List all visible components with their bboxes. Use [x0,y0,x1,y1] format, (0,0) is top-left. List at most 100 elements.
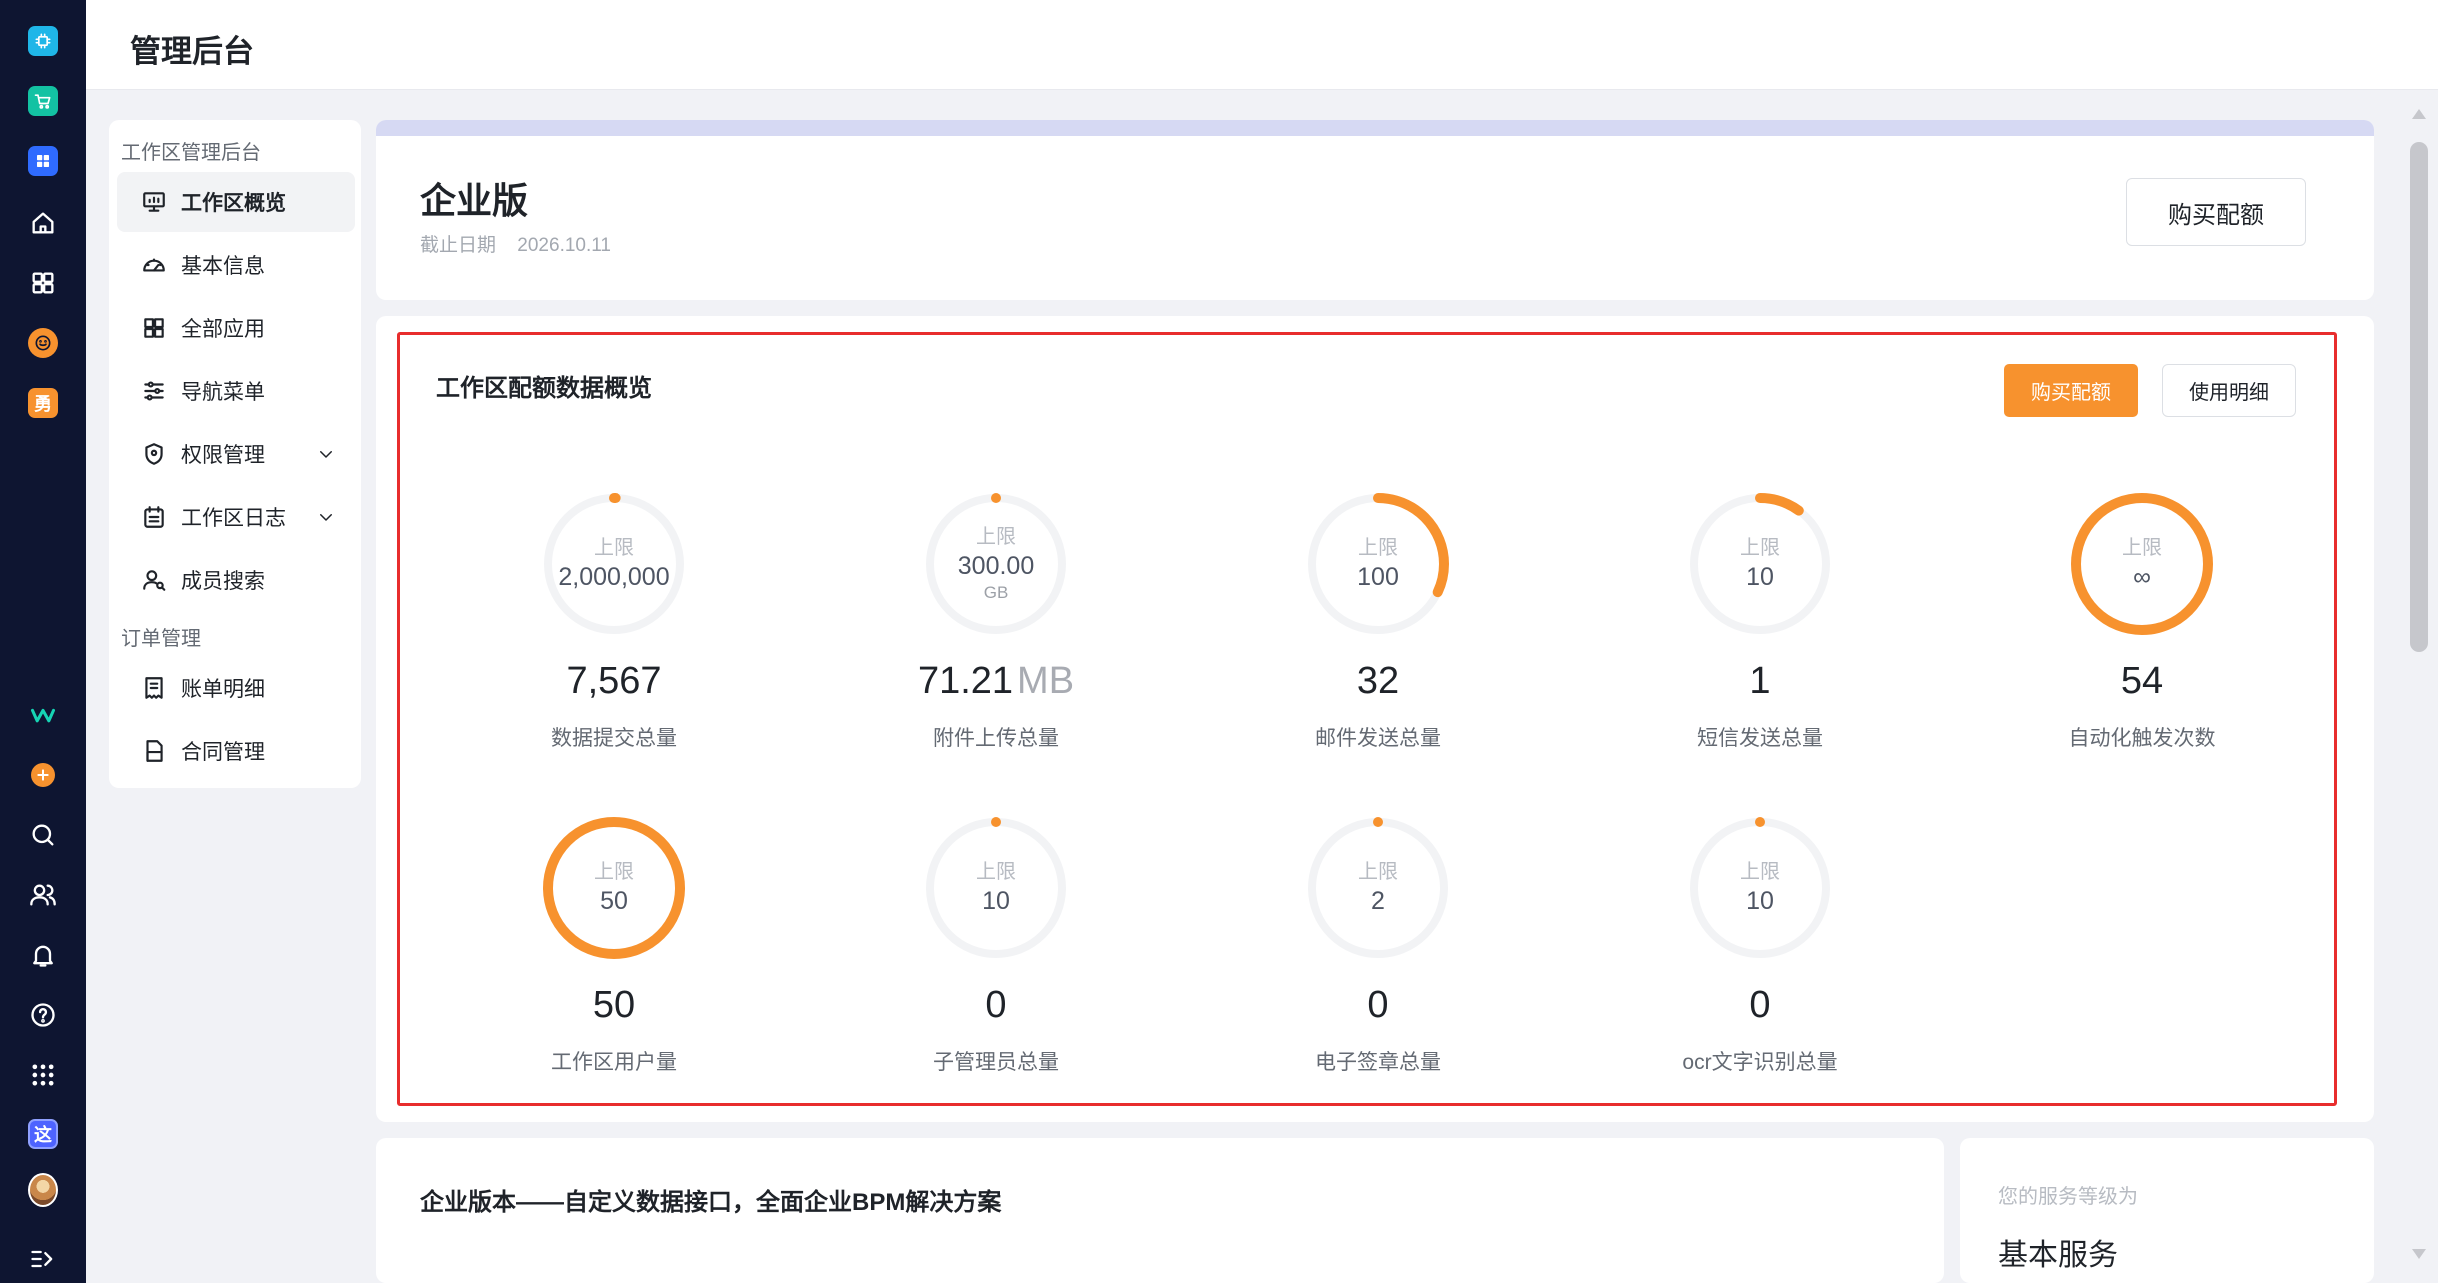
solution-title: 企业版本——自定义数据接口，全面企业BPM解决方案 [420,1189,1002,1216]
metric-name: 自动化触发次数 [2068,727,2216,750]
chevron-down-icon[interactable] [317,508,335,526]
chevron-down-icon[interactable] [317,445,335,463]
members-icon[interactable] [28,880,58,910]
nav-item-all-apps[interactable]: 全部应用 [117,298,355,358]
scrollbar-thumb[interactable] [2410,142,2428,652]
dashboard-icon [143,258,165,272]
bell-icon[interactable] [28,940,58,970]
quota-ring-text: 上限 2 [1302,812,1454,964]
quota-ring-text: 上限 10 [1684,812,1836,964]
limit-value: 2 [1371,887,1385,915]
limit-value: ∞ [2133,563,2151,591]
nav-item-permissions[interactable]: 权限管理 [117,424,355,484]
nav-item-label: 合同管理 [181,741,265,764]
scroll-down-icon[interactable] [2410,1246,2428,1262]
app-zhe-icon[interactable]: 这 [28,1119,58,1149]
metric-name: 数据提交总量 [551,727,677,750]
edition-expiry: 截止日期 2026.10.11 [420,230,627,257]
metric-value: 0 [1248,984,1508,1027]
buy-quota-button[interactable]: 购买配额 [2126,178,2306,246]
workspace-nav: 工作区管理后台 工作区概览 基本信息 全部应用 导航菜单 权限管理 工作区日志 … [109,120,361,788]
nav-item-label: 工作区日志 [181,507,286,530]
buy-quota-primary-button[interactable]: 购买配额 [2004,364,2138,417]
metric-value-unit: MB [1017,660,1075,702]
limit-value: 10 [982,887,1010,915]
usage-detail-button[interactable]: 使用明细 [2162,364,2296,417]
add-circle-icon[interactable] [28,760,58,790]
quota-title: 工作区配额数据概览 [436,375,652,402]
page-title: 管理后台 [130,34,254,69]
metric-value: 0 [1630,984,1890,1027]
search-icon[interactable] [28,820,58,850]
limit-label: 上限 [1740,537,1780,559]
solution-card: 企业版本——自定义数据接口，全面企业BPM解决方案 [376,1138,1944,1283]
limit-label: 上限 [1358,537,1398,559]
nav-item-label: 导航菜单 [181,381,265,404]
nav-item-member-search[interactable]: 成员搜索 [117,550,355,610]
metric-name: 电子签章总量 [1315,1051,1441,1074]
chip-app-icon[interactable] [28,26,58,56]
all-apps-icon[interactable] [28,268,58,298]
metric-name: 邮件发送总量 [1315,727,1441,750]
service-level-value: 基本服务 [1998,1239,2118,1272]
metric-value-number: 0 [1367,984,1389,1026]
user-avatar-icon[interactable] [28,1173,58,1207]
limit-label: 上限 [1358,861,1398,883]
scroll-up-icon[interactable] [2410,106,2428,122]
quota-ring-text: 上限 300.00 GB [920,488,1072,640]
limit-label: 上限 [594,537,634,559]
quota-metric: 上限 50 50 工作区用户量 [484,812,744,1092]
nav-group-workspace: 工作区管理后台 [121,142,261,164]
nav-item-overview[interactable]: 工作区概览 [117,172,355,232]
nav-item-basic-info[interactable]: 基本信息 [117,235,355,295]
nav-item-label: 账单明细 [181,678,265,701]
metric-name: 工作区用户量 [551,1051,677,1074]
home-icon[interactable] [28,208,58,238]
limit-value: 2,000,000 [558,563,670,591]
nav-item-nav-menu[interactable]: 导航菜单 [117,361,355,421]
limit-value: 50 [600,887,628,915]
cart-app-icon[interactable] [28,86,58,116]
limit-label: 上限 [594,861,634,883]
quota-ring-text: 上限 100 [1302,488,1454,640]
calendar-icon [144,506,164,528]
metric-value-number: 7,567 [566,660,662,702]
monitor-icon [143,192,165,212]
nav-item-label: 工作区概览 [181,192,286,215]
metric-value: 71.21 MB [866,660,1126,703]
metric-value-number: 32 [1356,660,1400,702]
expiry-date: 2026.10.11 [517,235,611,256]
limit-value: 10 [1746,887,1774,915]
nav-item-workspace-log[interactable]: 工作区日志 [117,487,355,547]
quota-metric: 上限 100 32 邮件发送总量 [1248,488,1508,768]
apps-grid-icon [144,318,164,338]
grid-app-icon[interactable] [28,146,58,176]
expand-sidebar-icon[interactable] [28,1244,58,1274]
shield-icon [145,443,163,465]
nav-group-orders: 订单管理 [121,628,201,650]
expiry-label: 截止日期 [420,235,497,256]
yong-app-icon[interactable]: 勇 [28,388,58,418]
limit-label: 上限 [976,861,1016,883]
grid-apps-icon[interactable] [28,1060,58,1090]
quota-metric: 上限 10 0 子管理员总量 [866,812,1126,1092]
nav-item-bills[interactable]: 账单明细 [117,658,355,718]
top-header: 管理后台 [86,0,2438,90]
quota-ring-text: 上限 10 [920,812,1072,964]
metric-value-number: 0 [985,984,1007,1026]
smile-app-icon[interactable] [28,328,58,358]
limit-value: 10 [1746,563,1774,591]
help-circle-icon[interactable] [28,1000,58,1030]
nav-item-contracts[interactable]: 合同管理 [117,721,355,781]
metric-value-number: 1 [1749,660,1771,702]
metric-value-number: 0 [1749,984,1771,1026]
limit-value: 100 [1357,563,1399,591]
quota-ring-text: 上限 ∞ [2066,488,2218,640]
edition-title: 企业版 [420,180,529,221]
quota-ring-text: 上限 10 [1684,488,1836,640]
bill-icon [145,677,163,699]
edition-card: 企业版 截止日期 2026.10.11 购买配额 [376,120,2374,300]
wecom-logo-icon[interactable] [28,700,58,730]
metric-value: 1 [1630,660,1890,703]
metric-value-number: 54 [2120,660,2164,702]
